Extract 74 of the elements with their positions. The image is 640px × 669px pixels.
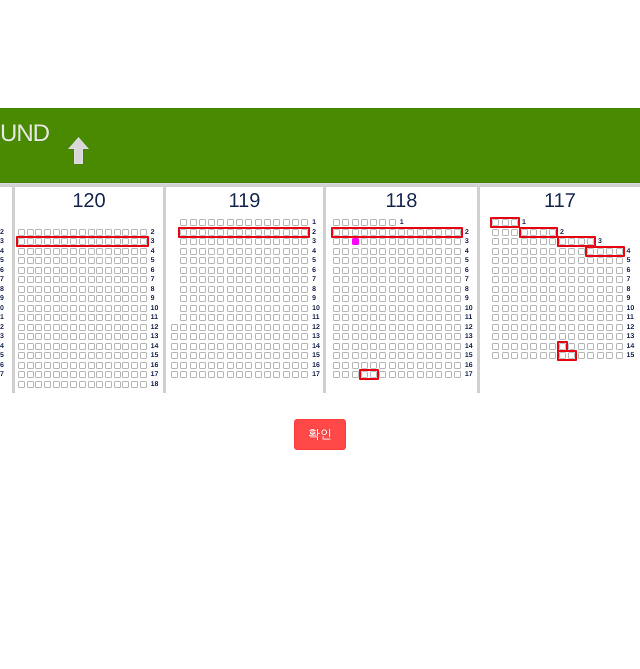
section-number: 120 <box>72 189 106 213</box>
highlight-outline <box>358 369 380 380</box>
seat-row[interactable] <box>333 238 461 246</box>
seat-row[interactable] <box>333 266 461 274</box>
seat-row[interactable] <box>333 371 461 378</box>
seat-row[interactable] <box>180 304 308 312</box>
seat-row[interactable] <box>18 380 147 388</box>
seat-row[interactable] <box>180 314 308 322</box>
seat-row[interactable] <box>333 257 461 264</box>
seat-row[interactable] <box>180 276 308 284</box>
seat-row[interactable] <box>180 286 308 293</box>
seat-row[interactable] <box>18 304 147 312</box>
seat-row[interactable] <box>333 276 461 284</box>
highlight-outline <box>518 226 558 238</box>
seat-row[interactable] <box>492 333 622 340</box>
seat-row[interactable] <box>492 295 622 302</box>
seat-row[interactable] <box>18 248 147 255</box>
seat-row[interactable] <box>171 333 308 340</box>
seat-row[interactable] <box>333 219 396 226</box>
seat-row[interactable] <box>18 314 147 322</box>
seat-row[interactable] <box>180 257 308 264</box>
seat-row[interactable] <box>180 248 308 255</box>
seat-row[interactable] <box>492 352 622 360</box>
seat-row[interactable] <box>171 342 308 350</box>
seat-row[interactable] <box>333 352 461 360</box>
seat-row[interactable] <box>180 238 308 246</box>
seat-row[interactable] <box>492 324 622 331</box>
seat-row[interactable] <box>18 276 147 284</box>
seat-row[interactable] <box>18 362 147 369</box>
highlight-outline <box>490 217 520 228</box>
section-number: 117 <box>544 189 576 213</box>
seat-row[interactable] <box>492 228 556 236</box>
seat-row[interactable] <box>492 304 622 312</box>
seat-row[interactable] <box>18 295 147 302</box>
seat-row[interactable] <box>492 314 622 322</box>
seat-row[interactable] <box>180 295 308 302</box>
banner-text: UND <box>0 122 49 146</box>
seat-row[interactable] <box>333 333 461 340</box>
highlight-outline <box>556 236 596 248</box>
seat-row[interactable] <box>492 286 622 293</box>
seat-row[interactable] <box>171 324 308 331</box>
seat-row[interactable] <box>171 352 308 360</box>
seat-row[interactable] <box>18 371 147 378</box>
seat-row[interactable] <box>18 228 147 236</box>
section-number: 119 <box>228 189 260 213</box>
section-number: 118 <box>386 189 418 213</box>
seat-row[interactable] <box>492 266 622 274</box>
seat-row[interactable] <box>180 219 308 226</box>
seat-row[interactable] <box>333 362 461 369</box>
seat-row[interactable] <box>18 286 147 293</box>
seat-row[interactable] <box>492 219 518 226</box>
seat-row[interactable] <box>333 304 461 312</box>
seat-row[interactable] <box>333 324 461 331</box>
seat-row[interactable] <box>492 238 594 246</box>
seat-row[interactable] <box>333 286 461 293</box>
seat-row[interactable] <box>333 295 461 302</box>
seat-row[interactable] <box>180 266 308 274</box>
seat-row[interactable] <box>333 248 461 255</box>
seat-row[interactable] <box>492 276 622 284</box>
highlight-outline <box>585 246 624 257</box>
seat-row[interactable] <box>18 257 147 264</box>
seat-row[interactable] <box>171 362 308 369</box>
seat-row[interactable] <box>18 333 147 340</box>
seat-row[interactable] <box>333 342 461 350</box>
seat-row[interactable] <box>18 352 147 360</box>
seat-row[interactable] <box>492 257 622 264</box>
seat-row[interactable] <box>18 324 147 331</box>
filled-seat-icon[interactable] <box>352 238 359 246</box>
seat-row[interactable] <box>333 314 461 322</box>
seat-row[interactable] <box>18 266 147 274</box>
seat-row[interactable] <box>18 342 147 350</box>
up-arrow-icon <box>68 137 89 164</box>
confirm-button[interactable]: 확인 <box>294 419 346 450</box>
seat-row[interactable] <box>171 371 308 378</box>
